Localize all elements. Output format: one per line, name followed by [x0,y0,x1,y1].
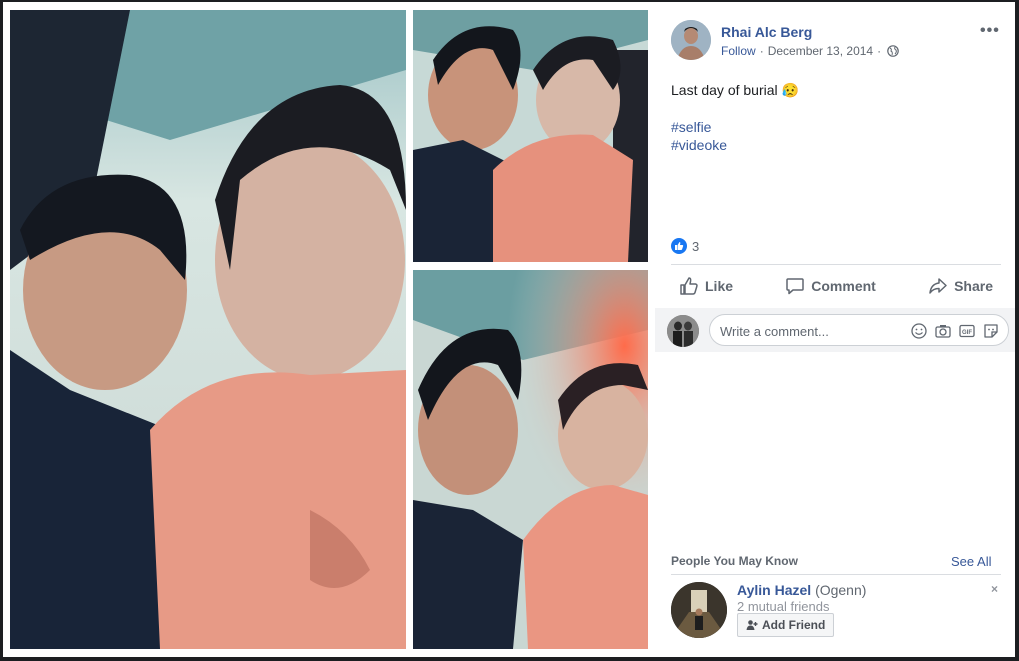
sticker-icon[interactable] [982,322,1000,340]
hashtag-link[interactable]: #selfie [671,118,727,136]
photo-viewer: Rhai Alc Berg Follow · December 13, 2014… [3,2,1015,657]
share-label: Share [954,278,993,294]
thumbs-up-icon [680,277,698,295]
post-actions: Like Comment Share [671,268,1001,304]
camera-icon[interactable] [934,322,952,340]
post-details-pane: Rhai Alc Berg Follow · December 13, 2014… [655,2,1015,657]
like-button[interactable]: Like [671,276,741,296]
post-date[interactable]: December 13, 2014 [768,44,873,58]
comment-button[interactable]: Comment [777,276,884,296]
share-button[interactable]: Share [920,276,1001,296]
add-friend-icon [746,620,758,630]
hashtag-list: #selfie #videoke [671,118,727,154]
more-options-icon[interactable]: ••• [980,22,1000,40]
svg-text:GIF: GIF [962,330,972,336]
current-user-avatar[interactable] [667,315,699,347]
reaction-count: 3 [692,238,700,254]
photo-top-right[interactable] [413,10,648,262]
comment-input-box[interactable]: GIF [709,314,1009,346]
pymk-person-name[interactable]: Aylin Hazel [737,582,811,598]
divider [671,264,1001,265]
pymk-person-alias: (Ogenn) [815,582,867,598]
pymk-avatar[interactable] [671,582,727,638]
comment-composer: GIF [655,308,1015,352]
reactions-summary[interactable]: 3 [671,238,699,254]
mutual-friends[interactable]: 2 mutual friends [737,599,830,614]
comment-label: Comment [811,278,876,294]
dismiss-suggestion-icon[interactable]: × [991,582,998,596]
share-arrow-icon [929,278,947,294]
globe-icon[interactable] [887,45,899,57]
author-avatar[interactable] [671,20,711,60]
photo-main[interactable] [10,10,406,649]
comment-tools: GIF [910,322,1000,340]
like-reaction-icon [671,238,687,254]
separator-dot: · [759,44,764,58]
author-name[interactable]: Rhai Alc Berg [721,24,812,40]
add-friend-button[interactable]: Add Friend [737,613,835,637]
comment-input[interactable] [718,321,902,341]
follow-link[interactable]: Follow [721,44,756,58]
hashtag-link[interactable]: #videoke [671,136,727,154]
post-text: Last day of burial 😥 [671,82,799,98]
comment-bubble-icon [786,278,805,295]
divider [671,574,1001,575]
post-meta: Follow · December 13, 2014 · [721,44,899,58]
emoji-icon[interactable] [910,322,928,340]
add-friend-label: Add Friend [762,618,826,632]
separator-dot: · [877,44,882,58]
gif-icon[interactable]: GIF [958,322,976,340]
pymk-name-line: Aylin Hazel (Ogenn) [737,582,866,598]
see-all-link[interactable]: See All [951,554,991,569]
like-label: Like [705,278,734,294]
pymk-title: People You May Know [671,554,798,568]
photo-bottom-right[interactable] [413,270,648,649]
